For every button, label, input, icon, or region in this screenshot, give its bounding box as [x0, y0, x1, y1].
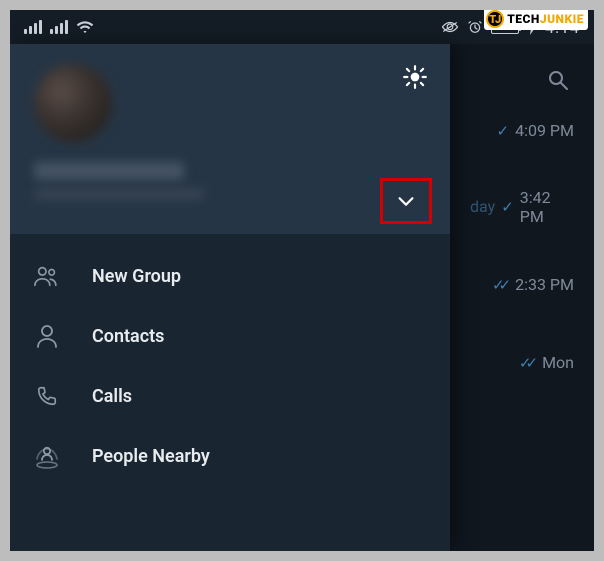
double-check-icon: ✓✓ [519, 354, 532, 372]
account-name-redacted [34, 162, 184, 180]
chat-time: 3:42 PM [520, 188, 574, 226]
menu-calls[interactable]: Calls [10, 366, 450, 426]
status-left [24, 20, 94, 34]
search-icon[interactable] [546, 68, 570, 92]
menu-contacts[interactable]: Contacts [10, 306, 450, 366]
chat-time: Mon [542, 353, 574, 372]
signal-1-icon [24, 20, 42, 34]
theme-toggle[interactable] [402, 64, 428, 90]
device-frame: TJ TECHJUNKIE 32 4:14 [0, 0, 604, 561]
chat-status-peek: day [470, 197, 495, 216]
watermark-badge: TJ [486, 10, 504, 28]
menu-label: Calls [92, 386, 132, 407]
group-icon [34, 265, 60, 287]
double-check-icon: ✓✓ [492, 276, 505, 294]
account-phone-redacted [34, 188, 204, 200]
chat-time: 4:09 PM [515, 121, 574, 140]
drawer-header [10, 44, 450, 234]
app-surface: ✓ 4:09 PM day ✓ 3:42 PM ✓✓ 2:33 PM ✓✓ Mo… [10, 44, 594, 551]
menu-label: New Group [92, 266, 181, 287]
menu-label: Contacts [92, 326, 164, 347]
chat-time: 2:33 PM [515, 275, 574, 294]
eye-off-icon [441, 20, 459, 34]
alarm-icon [467, 19, 483, 35]
watermark: TJ TECHJUNKIE [484, 8, 588, 30]
check-icon: ✓ [501, 198, 514, 216]
people-nearby-icon [34, 443, 60, 469]
person-icon [34, 324, 60, 348]
signal-2-icon [50, 20, 68, 34]
wifi-icon [76, 20, 94, 34]
menu-label: People Nearby [92, 446, 210, 467]
menu-new-group[interactable]: New Group [10, 246, 450, 306]
nav-drawer: New Group Contacts Calls [10, 44, 450, 551]
phone-icon [34, 385, 60, 407]
drawer-menu: New Group Contacts Calls [10, 234, 450, 551]
chevron-down-icon [395, 190, 417, 212]
check-icon: ✓ [497, 122, 510, 140]
avatar[interactable] [34, 64, 112, 142]
account-switch-toggle[interactable] [380, 178, 432, 224]
watermark-text: TECHJUNKIE [507, 12, 584, 26]
menu-people-nearby[interactable]: People Nearby [10, 426, 450, 486]
